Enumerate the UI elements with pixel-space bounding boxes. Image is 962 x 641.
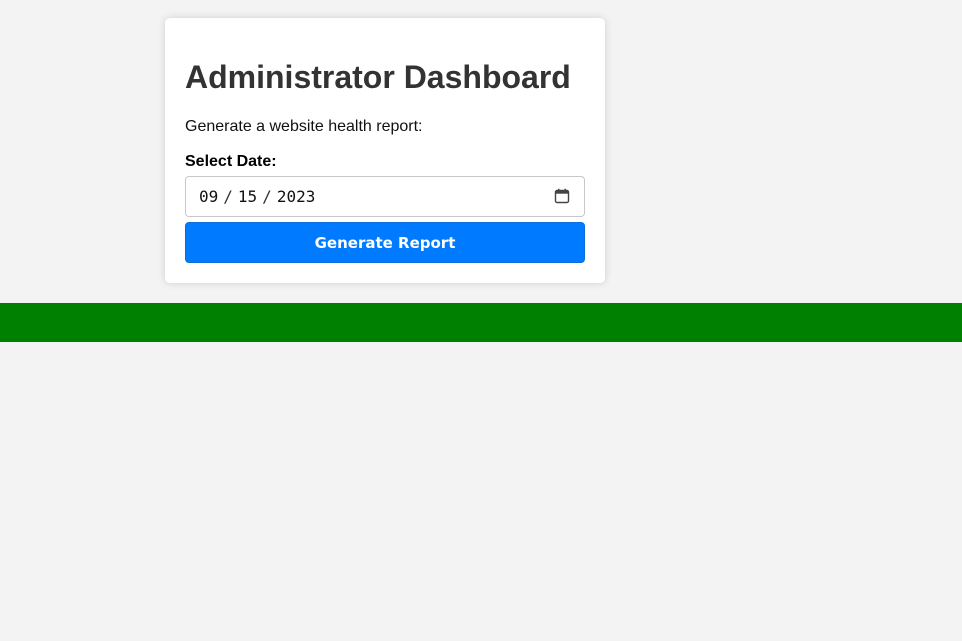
calendar-icon[interactable] <box>554 188 570 204</box>
date-month[interactable]: 09 <box>199 187 218 206</box>
date-separator: / <box>223 187 233 206</box>
date-separator: / <box>262 187 272 206</box>
report-card: Administrator Dashboard Generate a websi… <box>165 18 605 283</box>
page-title: Administrator Dashboard <box>185 59 571 95</box>
date-year[interactable]: 2023 <box>277 187 316 206</box>
date-label: Select Date: <box>185 153 277 170</box>
report-description: Generate a website health report: <box>185 118 423 135</box>
green-banner <box>0 303 962 342</box>
date-day[interactable]: 15 <box>238 187 257 206</box>
date-input[interactable]: 09 / 15 / 2023 <box>185 176 585 217</box>
generate-report-button[interactable]: Generate Report <box>185 222 585 263</box>
